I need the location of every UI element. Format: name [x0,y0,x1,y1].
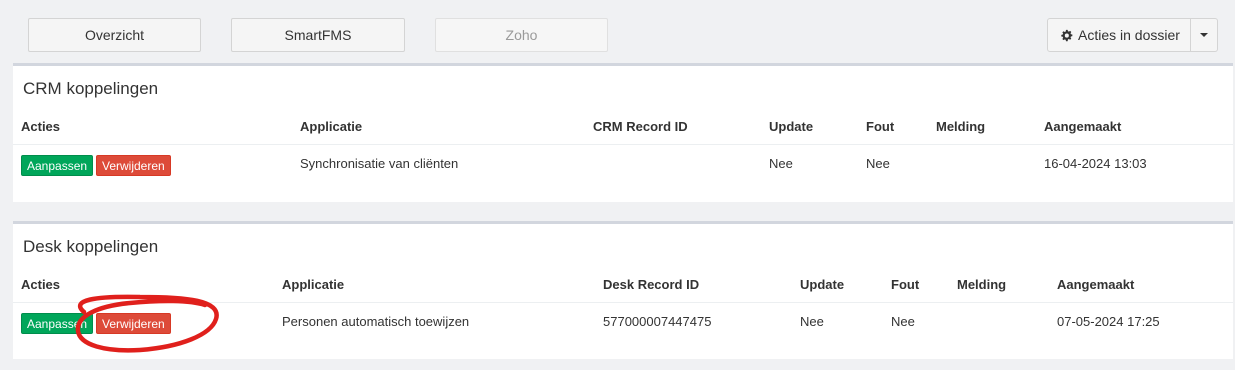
desk-edit-button[interactable]: Aanpassen [21,313,94,334]
crm-header-acties: Acties [21,119,61,134]
desk-header-acties: Acties [21,277,61,292]
smartfms-button[interactable]: SmartFMS [231,18,405,52]
crm-header-update: Update [769,119,814,134]
desk-header-fout: Fout [891,277,920,292]
zoho-button[interactable]: Zoho [435,18,608,52]
desk-cell-applicatie: Personen automatisch toewijzen [282,314,470,329]
desk-panel-title: Desk koppelingen [23,237,159,256]
desk-cell-aangemaakt: 07-05-2024 17:25 [1057,314,1160,329]
desk-header-record-id: Desk Record ID [603,277,700,292]
desk-cell-record-id: 577000007447475 [603,314,712,329]
crm-header-aangemaakt: Aangemaakt [1044,119,1122,134]
crm-cell-fout: Nee [866,156,890,171]
desk-header-divider [13,302,1233,303]
crm-cell-applicatie: Synchronisatie van cliënten [300,156,459,171]
desk-cell-update: Nee [800,314,824,329]
crm-header-applicatie: Applicatie [300,119,363,134]
desk-delete-button[interactable]: Verwijderen [96,313,171,334]
acties-in-dossier-group: Acties in dossier [1047,18,1218,52]
desk-header-aangemaakt: Aangemaakt [1057,277,1135,292]
crm-header-divider [13,144,1233,145]
gear-icon [1060,29,1073,42]
crm-header-fout: Fout [866,119,895,134]
acties-in-dossier-label: Acties in dossier [1078,27,1180,43]
crm-panel: CRM koppelingen Acties Applicatie CRM Re… [13,63,1233,202]
crm-cell-update: Nee [769,156,793,171]
desk-header-update: Update [800,277,845,292]
desk-cell-fout: Nee [891,314,915,329]
crm-cell-aangemaakt: 16-04-2024 13:03 [1044,156,1147,171]
desk-panel: Desk koppelingen Acties Applicatie Desk … [13,221,1233,359]
overzicht-button[interactable]: Overzicht [28,18,201,52]
acties-dropdown-toggle[interactable] [1191,18,1218,52]
crm-delete-button[interactable]: Verwijderen [96,155,171,176]
desk-header-applicatie: Applicatie [282,277,345,292]
acties-in-dossier-button[interactable]: Acties in dossier [1047,18,1191,52]
desk-header-melding: Melding [957,277,1007,292]
crm-header-record-id: CRM Record ID [593,119,688,134]
crm-edit-button[interactable]: Aanpassen [21,155,94,176]
crm-panel-title: CRM koppelingen [23,79,159,98]
caret-down-icon [1200,33,1208,37]
crm-header-melding: Melding [936,119,986,134]
